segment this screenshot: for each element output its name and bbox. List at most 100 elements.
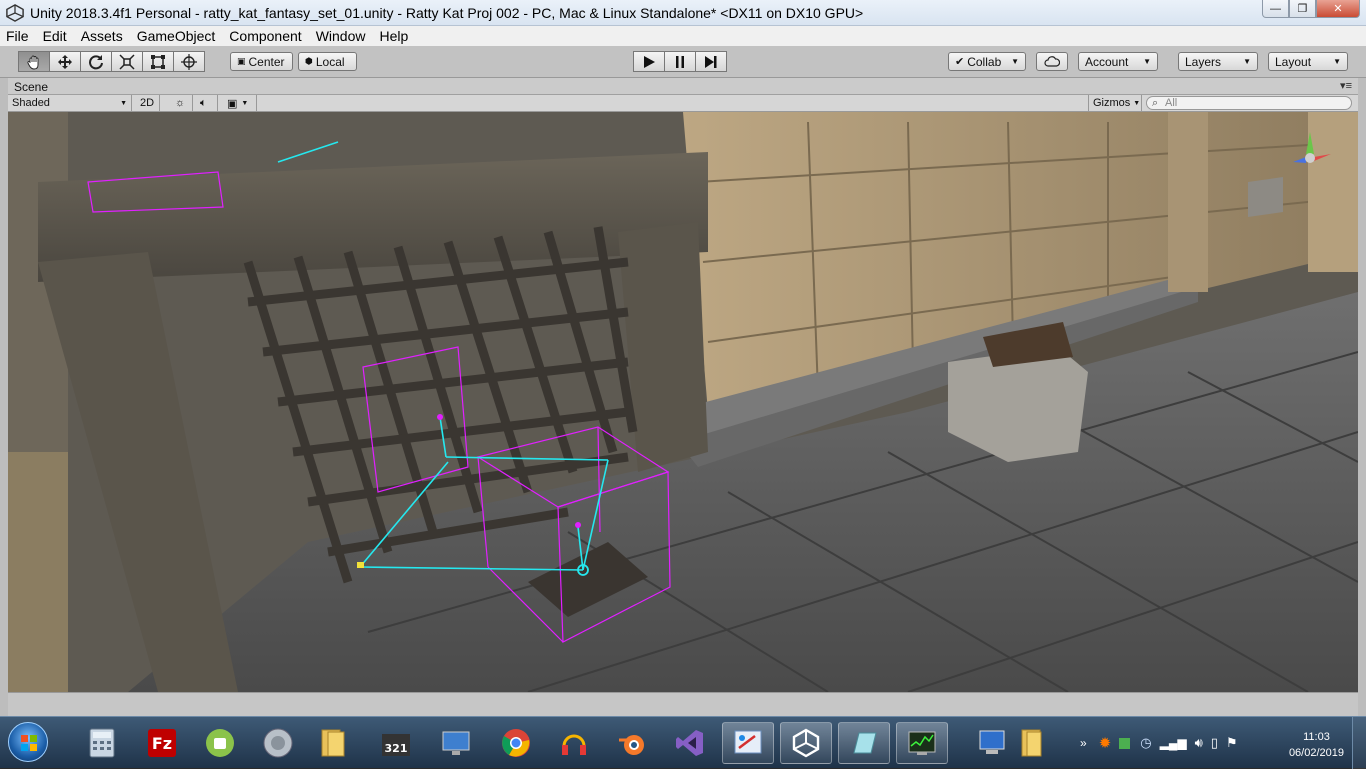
chevron-down-icon: ▼ [1133,99,1141,107]
gizmos-label: Gizmos [1093,97,1131,109]
taskbar-video[interactable]: 321 [370,722,422,764]
calculator-icon [89,728,115,758]
collab-button[interactable]: ✔ Collab ▼ [948,52,1026,71]
layers-label: Layers [1185,54,1222,69]
toggle-2d-button[interactable]: 2D [136,95,160,111]
avast-icon[interactable]: ✹ [1099,734,1112,752]
scale-icon [119,53,135,70]
system-tray: » ✹ ◷ ▂▄▆ 🔊︎ ▯ ⚑ [1080,717,1238,769]
taskbar-folder[interactable] [308,722,360,764]
collab-label: Collab [967,54,1002,69]
play-controls [633,51,727,72]
layers-dropdown[interactable]: Layers ▼ [1178,52,1258,71]
search-icon: ⌕ [1152,97,1159,109]
scene-viewport[interactable] [8,112,1358,692]
taskbar-task-manager[interactable] [896,722,948,764]
folder2-icon [1021,729,1042,757]
minimize-button[interactable]: — [1262,0,1289,18]
image-icon: ▣ [227,97,238,110]
svg-text:Fz: Fz [152,734,172,753]
taskbar-filezilla[interactable]: Fz [136,722,188,764]
clock-tray-icon[interactable]: ◷ [1140,735,1151,751]
panel-menu-icon[interactable]: ▾≡ [1340,79,1352,92]
menu-help[interactable]: Help [379,28,408,44]
hand-icon [27,55,39,69]
right-frame [1358,78,1366,716]
sun-icon: ☼ [175,97,186,109]
taskbar-android[interactable] [194,722,246,764]
left-frame [0,78,8,716]
shading-mode-label: Shaded [12,97,50,109]
lighting-toggle[interactable]: ☼ [171,95,193,111]
filezilla-icon: Fz [148,729,176,757]
taskbar-clock[interactable]: 11:03 06/02/2019 [1289,729,1344,761]
hand-tool-button[interactable] [18,51,50,72]
nvidia-icon[interactable] [1119,737,1131,749]
shading-mode-dropdown[interactable]: Shaded ▼ [8,95,132,111]
scale-tool-button[interactable] [111,51,143,72]
transform-tool-button[interactable] [173,51,205,72]
play-button[interactable] [633,51,665,72]
taskbar-remote-desktop[interactable] [430,722,482,764]
local-icon: ⬢ [305,56,313,66]
taskbar-notepad[interactable] [838,722,890,764]
rect-tool-button[interactable] [142,51,174,72]
close-button[interactable]: ✕ [1316,0,1360,18]
speaker-icon: 🔈︎ [200,96,207,109]
chevron-down-icon: ▼ [1011,57,1019,66]
volume-icon[interactable]: 🔊︎ [1195,735,1203,751]
scene-search-input[interactable]: ⌕ All [1146,96,1352,110]
flag-icon[interactable]: ⚑ [1226,735,1238,751]
effects-dropdown[interactable]: ▣ ▼ [223,95,257,111]
taskbar-calculator[interactable] [76,722,128,764]
pause-button[interactable] [664,51,696,72]
menu-assets[interactable]: Assets [81,28,123,44]
taskbar-blender[interactable] [606,722,658,764]
taskbar-audio-app[interactable] [548,722,600,764]
rotate-icon [89,54,103,69]
taskbar-unity[interactable] [780,722,832,764]
maximize-button[interactable]: ❐ [1289,0,1316,18]
search-placeholder: All [1165,97,1178,109]
scene-toolbar: Shaded ▼ 2D ☼ 🔈︎ ▣ ▼ Gizmos ▼ ⌕ All [8,95,1358,112]
chevron-down-icon: ▼ [1333,57,1341,66]
pause-icon [676,55,684,68]
layout-dropdown[interactable]: Layout ▼ [1268,52,1348,71]
android-icon [206,729,234,757]
rect-icon [151,54,165,69]
menu-window[interactable]: Window [316,28,366,44]
taskbar-paint[interactable] [722,722,774,764]
network-icon[interactable]: ▂▄▆ [1160,736,1187,750]
chevron-up-icon[interactable]: » [1080,736,1087,750]
scene-tab-bar: Scene ▾≡ [8,78,1358,95]
pivot-icon: ▣ [237,56,246,66]
menu-component[interactable]: Component [229,28,301,44]
device-icon[interactable]: ▯ [1211,735,1218,751]
menu-bar: File Edit Assets GameObject Component Wi… [0,26,1366,46]
move-tool-button[interactable] [49,51,81,72]
headphones-icon [562,734,586,755]
step-button[interactable] [695,51,727,72]
show-desktop-button[interactable] [1352,717,1366,769]
audio-toggle[interactable]: 🔈︎ [196,95,218,111]
taskbar-speaker[interactable] [252,722,304,764]
taskbar-visual-studio[interactable] [664,722,716,764]
pivot-local-button[interactable]: ⬢ Local [298,52,357,71]
cloud-icon [1044,55,1060,67]
chevron-down-icon: ▼ [1143,57,1151,66]
menu-file[interactable]: File [6,28,29,44]
pivot-center-button[interactable]: ▣ Center [230,52,293,71]
taskbar-chrome[interactable] [490,722,542,764]
chevron-down-icon: ▼ [120,99,127,107]
tab-scene[interactable]: Scene [14,80,48,94]
move-icon [58,54,72,69]
gizmos-dropdown[interactable]: Gizmos ▼ [1088,95,1142,111]
paint-icon [734,730,762,754]
menu-edit[interactable]: Edit [43,28,67,44]
cloud-button[interactable] [1036,52,1068,71]
menu-gameobject[interactable]: GameObject [137,28,216,44]
start-button[interactable] [8,722,48,762]
account-dropdown[interactable]: Account ▼ [1078,52,1158,71]
taskbar-folder-2[interactable] [1006,722,1058,764]
rotate-tool-button[interactable] [80,51,112,72]
